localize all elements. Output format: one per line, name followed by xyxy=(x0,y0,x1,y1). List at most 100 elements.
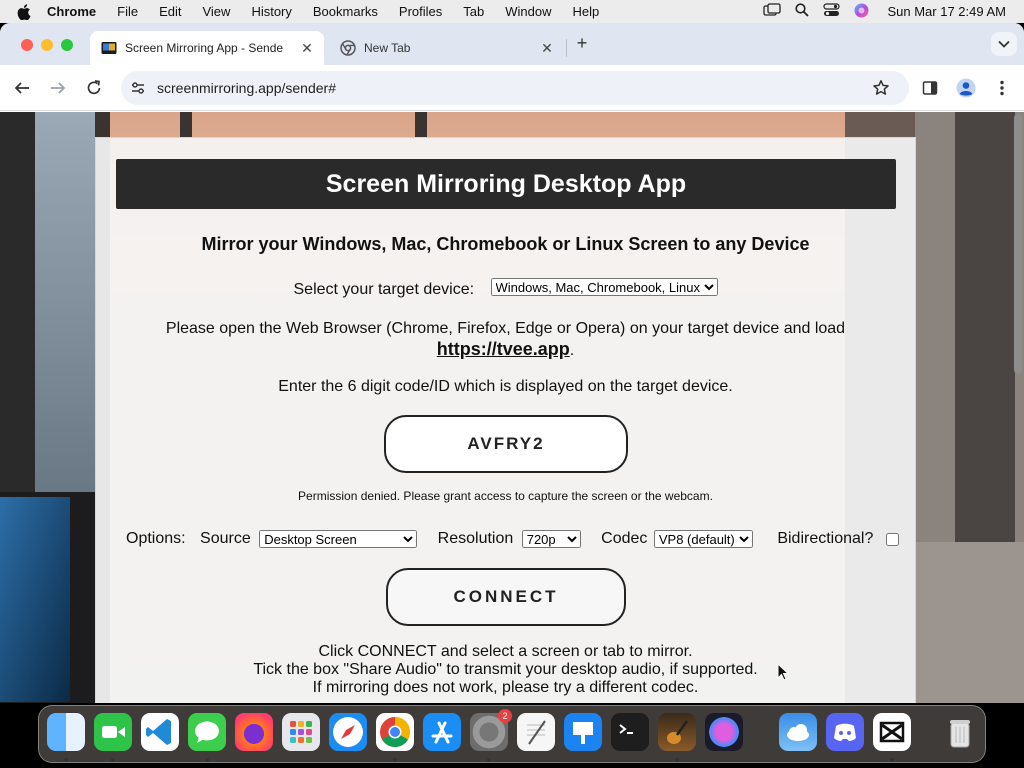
running-indicator xyxy=(64,758,68,762)
messages-icon[interactable] xyxy=(188,713,226,751)
screen-mirroring-icon[interactable] xyxy=(763,3,782,20)
connect-button[interactable]: CONNECT xyxy=(386,568,626,626)
link-suffix: . xyxy=(569,342,575,359)
minimize-window-button[interactable] xyxy=(41,39,53,51)
device-select-row: Select your target device: Windows, Mac,… xyxy=(96,278,915,299)
target-device-select[interactable]: Windows, Mac, Chromebook, Linux xyxy=(490,278,718,296)
close-tab-icon[interactable]: ✕ xyxy=(299,40,315,56)
facetime-icon[interactable] xyxy=(94,713,132,751)
siri-app-icon[interactable] xyxy=(705,713,743,751)
options-row: Options: Source Desktop Screen Resolutio… xyxy=(126,530,899,548)
apple-menu-icon[interactable] xyxy=(17,3,33,20)
site-settings-icon[interactable] xyxy=(130,80,146,96)
tab-new-tab[interactable]: New Tab ✕ xyxy=(330,31,564,65)
discord-icon[interactable] xyxy=(826,713,864,751)
safari-icon[interactable] xyxy=(329,713,367,751)
codec-label: Codec xyxy=(601,530,648,547)
forward-button[interactable] xyxy=(48,78,68,98)
tab-title: Screen Mirroring App - Sende xyxy=(125,41,284,55)
bidirectional-label: Bidirectional? xyxy=(777,530,874,547)
side-panel-button[interactable] xyxy=(920,78,940,98)
textedit-icon[interactable] xyxy=(517,713,555,751)
source-select[interactable]: Desktop Screen xyxy=(259,530,418,548)
menu-window[interactable]: Window xyxy=(505,4,551,19)
trash-icon[interactable] xyxy=(941,713,979,751)
fullscreen-window-button[interactable] xyxy=(61,39,73,51)
running-indicator xyxy=(890,758,894,762)
keynote-icon[interactable] xyxy=(564,713,602,751)
code-input[interactable]: AVFRY2 xyxy=(384,415,628,473)
page-subtitle: Mirror your Windows, Mac, Chromebook or … xyxy=(201,234,810,254)
menu-clock[interactable]: Sun Mar 17 2:49 AM xyxy=(887,4,1006,19)
weather-icon[interactable] xyxy=(779,713,817,751)
tab-strip: Screen Mirroring App - Sende ✕ New Tab ✕… xyxy=(0,23,1024,65)
codec-select[interactable]: VP8 (default) xyxy=(653,530,753,548)
running-indicator xyxy=(205,758,209,762)
dock-separator xyxy=(761,714,762,754)
menu-edit[interactable]: Edit xyxy=(159,4,181,19)
tab-search-button[interactable] xyxy=(991,32,1017,56)
options-label: Options: xyxy=(126,530,186,547)
resolution-select[interactable]: 720p xyxy=(521,530,581,548)
dock: 2 xyxy=(38,705,986,763)
menu-profiles[interactable]: Profiles xyxy=(399,4,442,19)
app-store-icon[interactable] xyxy=(423,713,461,751)
running-indicator xyxy=(111,758,115,762)
more-vertical-icon xyxy=(1000,80,1004,96)
device-select-label: Select your target device: xyxy=(293,281,475,298)
mouse-cursor-icon xyxy=(777,662,790,681)
garageband-icon[interactable] xyxy=(658,713,696,751)
help-line: If mirroring does not work, please try a… xyxy=(312,679,699,696)
chrome-favicon-icon xyxy=(340,40,356,56)
menu-app-chrome[interactable]: Chrome xyxy=(47,4,96,19)
browser-toolbar: screenmirroring.app/sender# xyxy=(0,65,1024,111)
url-text[interactable]: screenmirroring.app/sender# xyxy=(157,80,336,96)
arrow-left-icon xyxy=(14,82,29,94)
back-button[interactable] xyxy=(12,78,32,98)
profile-button[interactable] xyxy=(956,78,976,98)
menu-history[interactable]: History xyxy=(251,4,291,19)
siri-icon[interactable] xyxy=(854,3,869,21)
menu-bar: Chrome File Edit View History Bookmarks … xyxy=(0,0,1024,23)
new-tab-button[interactable]: + xyxy=(573,34,591,52)
chevron-down-icon xyxy=(998,40,1010,48)
resolution-label: Resolution xyxy=(437,530,514,547)
menu-file[interactable]: File xyxy=(117,4,138,19)
arrow-right-icon xyxy=(51,82,66,94)
chrome-menu-button[interactable] xyxy=(992,78,1012,98)
control-center-icon[interactable] xyxy=(823,3,841,20)
instructions-text: Please open the Web Browser (Chrome, Fir… xyxy=(96,318,915,361)
help-text: Click CONNECT and select a screen or tab… xyxy=(96,643,915,697)
menu-help[interactable]: Help xyxy=(573,4,600,19)
menu-bookmarks[interactable]: Bookmarks xyxy=(313,4,378,19)
running-indicator xyxy=(487,758,491,762)
screen-mirroring-favicon-icon xyxy=(101,40,117,56)
tab-screen-mirroring[interactable]: Screen Mirroring App - Sende ✕ xyxy=(90,31,324,65)
reload-icon xyxy=(87,80,101,95)
help-line: Click CONNECT and select a screen or tab… xyxy=(318,643,693,660)
side-panel-icon xyxy=(922,81,938,95)
chrome-icon[interactable] xyxy=(376,713,414,751)
firefox-icon[interactable] xyxy=(235,713,273,751)
help-line: Tick the box "Share Audio" to transmit y… xyxy=(253,661,758,678)
menu-view[interactable]: View xyxy=(202,4,230,19)
reload-button[interactable] xyxy=(84,78,104,98)
page-scrollbar[interactable] xyxy=(1014,114,1022,374)
profile-avatar-icon xyxy=(956,78,976,98)
close-tab-icon[interactable]: ✕ xyxy=(539,40,555,56)
system-settings-icon[interactable]: 2 xyxy=(470,709,512,751)
close-window-button[interactable] xyxy=(21,39,33,51)
terminal-icon[interactable] xyxy=(611,713,649,751)
spotlight-search-icon[interactable] xyxy=(795,3,810,20)
tab-title: New Tab xyxy=(364,41,411,55)
finder-icon[interactable] xyxy=(47,713,85,751)
vscode-icon[interactable] xyxy=(141,713,179,751)
launchpad-icon[interactable] xyxy=(282,713,320,751)
capcut-icon[interactable] xyxy=(873,713,911,751)
bookmark-star-icon[interactable] xyxy=(872,79,890,97)
app-header: Screen Mirroring Desktop App xyxy=(116,159,896,209)
menu-tab[interactable]: Tab xyxy=(463,4,484,19)
address-bar[interactable]: screenmirroring.app/sender# xyxy=(121,71,909,105)
bidirectional-checkbox[interactable] xyxy=(885,532,899,546)
tvee-link[interactable]: https://tvee.app xyxy=(437,339,570,359)
